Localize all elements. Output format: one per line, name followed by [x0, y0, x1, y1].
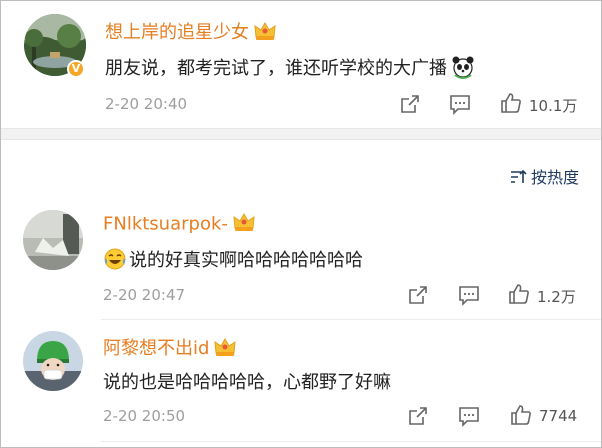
comment-body: 说的好真实啊哈哈哈哈哈哈哈	[129, 250, 363, 271]
verified-badge: V	[67, 60, 85, 78]
comment-icon[interactable]	[449, 93, 471, 119]
crown-icon	[253, 20, 277, 47]
comment-text: 说的好真实啊哈哈哈哈哈哈哈	[103, 246, 363, 276]
comment-text: 说的也是哈哈哈哈哈，心都野了好嘛	[103, 372, 391, 393]
timestamp: 2-20 20:50	[103, 407, 186, 425]
avatar[interactable]	[23, 210, 83, 270]
timestamp: 2-20 20:40	[105, 95, 188, 113]
username-text: 阿黎想不出id	[103, 338, 210, 359]
like-icon[interactable]	[507, 282, 531, 310]
sort-label: 按热度	[530, 168, 579, 187]
grey-photo-avatar	[23, 210, 83, 270]
username[interactable]: FNlktsuarpok-	[103, 211, 256, 238]
laughing-tears-emoji	[103, 247, 127, 276]
share-icon[interactable]	[399, 93, 421, 119]
panda-emoji	[451, 55, 475, 84]
crown-icon	[213, 336, 237, 363]
username[interactable]: 想上岸的追星少女	[105, 18, 277, 47]
reply-separator	[101, 441, 601, 442]
like-count: 10.1万	[529, 97, 578, 115]
share-icon[interactable]	[407, 284, 429, 310]
section-divider	[1, 128, 601, 140]
like-count: 7744	[539, 407, 578, 425]
avatar[interactable]	[23, 331, 83, 391]
comment-icon[interactable]	[458, 284, 480, 310]
crown-icon	[232, 211, 256, 238]
helmet-person-avatar	[23, 331, 83, 391]
like-icon[interactable]	[509, 403, 533, 431]
username[interactable]: 阿黎想不出id	[103, 334, 237, 363]
comment-icon[interactable]	[458, 405, 480, 431]
share-icon[interactable]	[407, 405, 429, 431]
comment-panel: V 想上岸的追星少女 朋友说，都考完试了，谁还听学校的大广播 2-20 20:4…	[0, 0, 602, 448]
sort-button[interactable]: 按热度	[509, 164, 579, 190]
username-text: 想上岸的追星少女	[105, 22, 249, 43]
reply-separator	[101, 319, 601, 320]
username-text: FNlktsuarpok-	[103, 213, 228, 235]
comment-text: 朋友说，都考完试了，谁还听学校的大广播	[105, 54, 475, 84]
comment-body: 朋友说，都考完试了，谁还听学校的大广播	[105, 58, 447, 79]
timestamp: 2-20 20:47	[103, 286, 186, 304]
like-count: 1.2万	[537, 288, 576, 306]
like-icon[interactable]	[499, 91, 523, 119]
sort-icon	[509, 168, 527, 190]
